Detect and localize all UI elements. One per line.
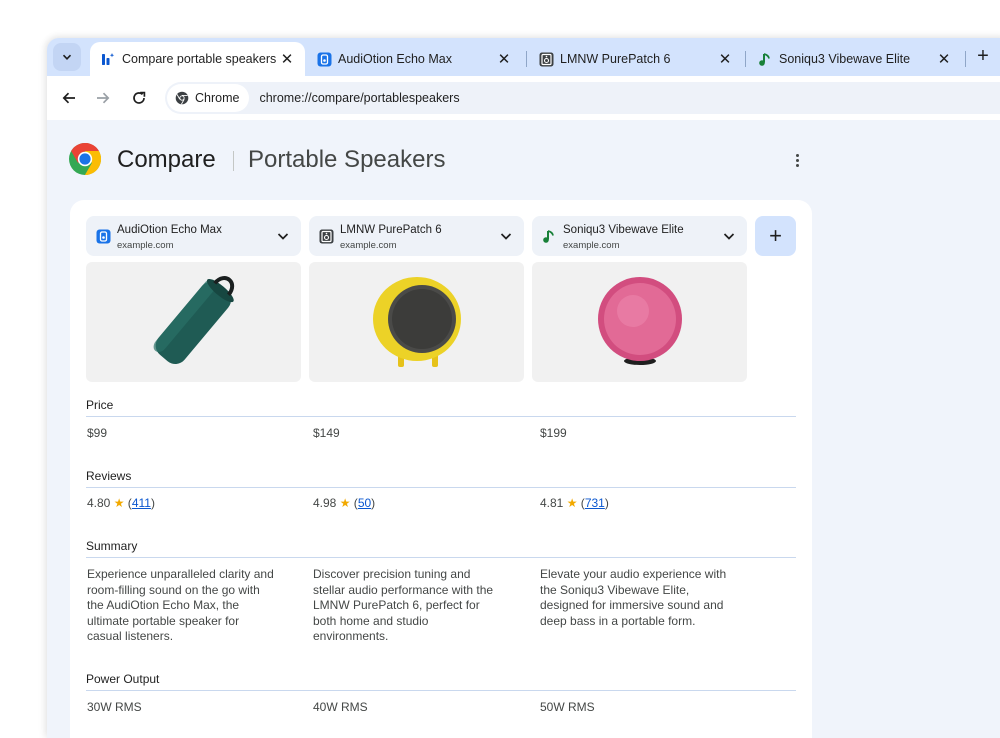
rating-value: 4.81	[540, 496, 564, 510]
product-name: Soniqu3 Vibewave Elite	[563, 224, 684, 236]
more-options-button[interactable]	[787, 150, 807, 170]
tab-label: Compare portable speakers	[122, 52, 277, 66]
audiotion-favicon-icon	[316, 51, 332, 67]
star-icon: ★	[113, 496, 125, 510]
close-tab-icon[interactable]: ✕	[494, 49, 514, 69]
tab-separator	[745, 51, 746, 67]
tab-label: Soniqu3 Vibewave Elite	[779, 52, 911, 66]
review-summary: 4.98 ★ (50)	[313, 496, 376, 510]
price-value: $99	[87, 426, 108, 440]
chevron-down-icon	[277, 233, 289, 240]
product-selector-2[interactable]: LMNW PurePatch 6 example.com	[309, 216, 524, 256]
tab-search-button[interactable]	[53, 43, 81, 71]
section-divider	[86, 487, 796, 488]
tab-label: AudiOtion Echo Max	[338, 52, 452, 66]
compare-page: Compare Portable Speakers AudiOtion Echo…	[47, 120, 1000, 738]
new-tab-button[interactable]: +	[972, 46, 994, 68]
lmnw-favicon-icon	[318, 228, 334, 244]
compare-icon	[100, 51, 116, 67]
star-icon: ★	[566, 496, 578, 510]
review-summary: 4.81 ★ (731)	[540, 496, 609, 510]
product-site: example.com	[563, 240, 620, 251]
close-tab-icon[interactable]: ✕	[715, 49, 735, 69]
page-subtitle: Portable Speakers	[248, 146, 446, 173]
power-value: 30W RMS	[87, 700, 142, 714]
section-title-reviews: Reviews	[86, 469, 132, 483]
arrow-left-icon	[62, 92, 75, 104]
chrome-logo-icon	[68, 142, 102, 181]
review-count-link[interactable]: 731	[585, 496, 605, 510]
tab-separator	[965, 51, 966, 67]
tab-lmnw[interactable]: LMNW PurePatch 6 ✕	[528, 42, 743, 76]
rating-value: 4.98	[313, 496, 337, 510]
tab-separator	[526, 51, 527, 67]
plus-icon: +	[769, 223, 782, 248]
star-icon: ★	[339, 496, 351, 510]
section-divider	[86, 690, 796, 691]
chevron-down-icon	[62, 54, 72, 60]
kebab-dot	[795, 158, 799, 162]
power-value: 50W RMS	[540, 700, 595, 714]
close-tab-icon[interactable]: ✕	[934, 49, 954, 69]
summary-text: Elevate your audio experience with the S…	[540, 567, 727, 628]
page-title: Compare	[117, 146, 216, 173]
browser-window: Compare portable speakers ✕ AudiOtion Ec…	[47, 38, 1000, 738]
tab-soniqu3[interactable]: Soniqu3 Vibewave Elite ✕	[747, 42, 962, 76]
toolbar: Chrome chrome://compare/portablespeakers	[47, 76, 1000, 120]
product-selector-1[interactable]: AudiOtion Echo Max example.com	[86, 216, 301, 256]
audiotion-favicon-icon	[95, 228, 111, 244]
power-value: 40W RMS	[313, 700, 368, 714]
tab-strip: Compare portable speakers ✕ AudiOtion Ec…	[47, 38, 1000, 76]
music-note-favicon-icon	[757, 51, 773, 67]
chrome-icon	[175, 91, 189, 105]
price-value: $199	[540, 426, 567, 440]
kebab-dot	[795, 153, 799, 157]
section-title-price: Price	[86, 398, 114, 412]
section-divider	[86, 557, 796, 558]
product-image-pink-speaker	[532, 262, 747, 382]
reload-button[interactable]	[127, 86, 151, 110]
url-text: chrome://compare/portablespeakers	[259, 91, 460, 105]
tab-compare[interactable]: Compare portable speakers ✕	[90, 42, 305, 76]
lmnw-favicon-icon	[538, 51, 554, 67]
product-image-yellow-speaker	[309, 262, 524, 382]
add-product-button[interactable]: +	[755, 216, 796, 256]
reload-icon	[133, 91, 146, 104]
tab-label: LMNW PurePatch 6	[560, 52, 671, 66]
review-summary: 4.80 ★ (411)	[87, 496, 155, 510]
product-image-green-speaker	[86, 262, 301, 382]
site-info-chip[interactable]: Chrome	[167, 84, 250, 112]
kebab-dot	[795, 163, 799, 167]
product-site: example.com	[117, 240, 174, 251]
forward-button[interactable]	[91, 86, 115, 110]
chip-label: Chrome	[195, 91, 240, 105]
chevron-down-icon	[723, 233, 735, 240]
music-note-favicon-icon	[541, 228, 557, 244]
close-tab-icon[interactable]: ✕	[277, 49, 297, 69]
title-divider	[233, 151, 234, 171]
review-count-link[interactable]: 411	[132, 496, 151, 510]
tab-audiotion[interactable]: AudiOtion Echo Max ✕	[306, 42, 522, 76]
review-count-link[interactable]: 50	[358, 496, 371, 510]
section-title-summary: Summary	[86, 539, 138, 553]
product-name: AudiOtion Echo Max	[117, 224, 222, 236]
rating-value: 4.80	[87, 496, 111, 510]
section-title-power-output: Power Output	[86, 672, 160, 686]
summary-text: Experience unparalleled clarity and room…	[87, 567, 274, 643]
summary-text: Discover precision tuning and stellar au…	[313, 567, 494, 643]
chevron-down-icon	[500, 233, 512, 240]
address-bar[interactable]: Chrome chrome://compare/portablespeakers	[165, 82, 1000, 114]
product-site: example.com	[340, 240, 397, 251]
comparison-table: AudiOtion Echo Max example.com LMNW Pure…	[70, 200, 812, 738]
back-button[interactable]	[57, 86, 81, 110]
product-name: LMNW PurePatch 6	[340, 224, 442, 236]
price-value: $149	[313, 426, 340, 440]
section-divider	[86, 416, 796, 417]
arrow-right-icon	[97, 92, 110, 104]
product-selector-3[interactable]: Soniqu3 Vibewave Elite example.com	[532, 216, 747, 256]
